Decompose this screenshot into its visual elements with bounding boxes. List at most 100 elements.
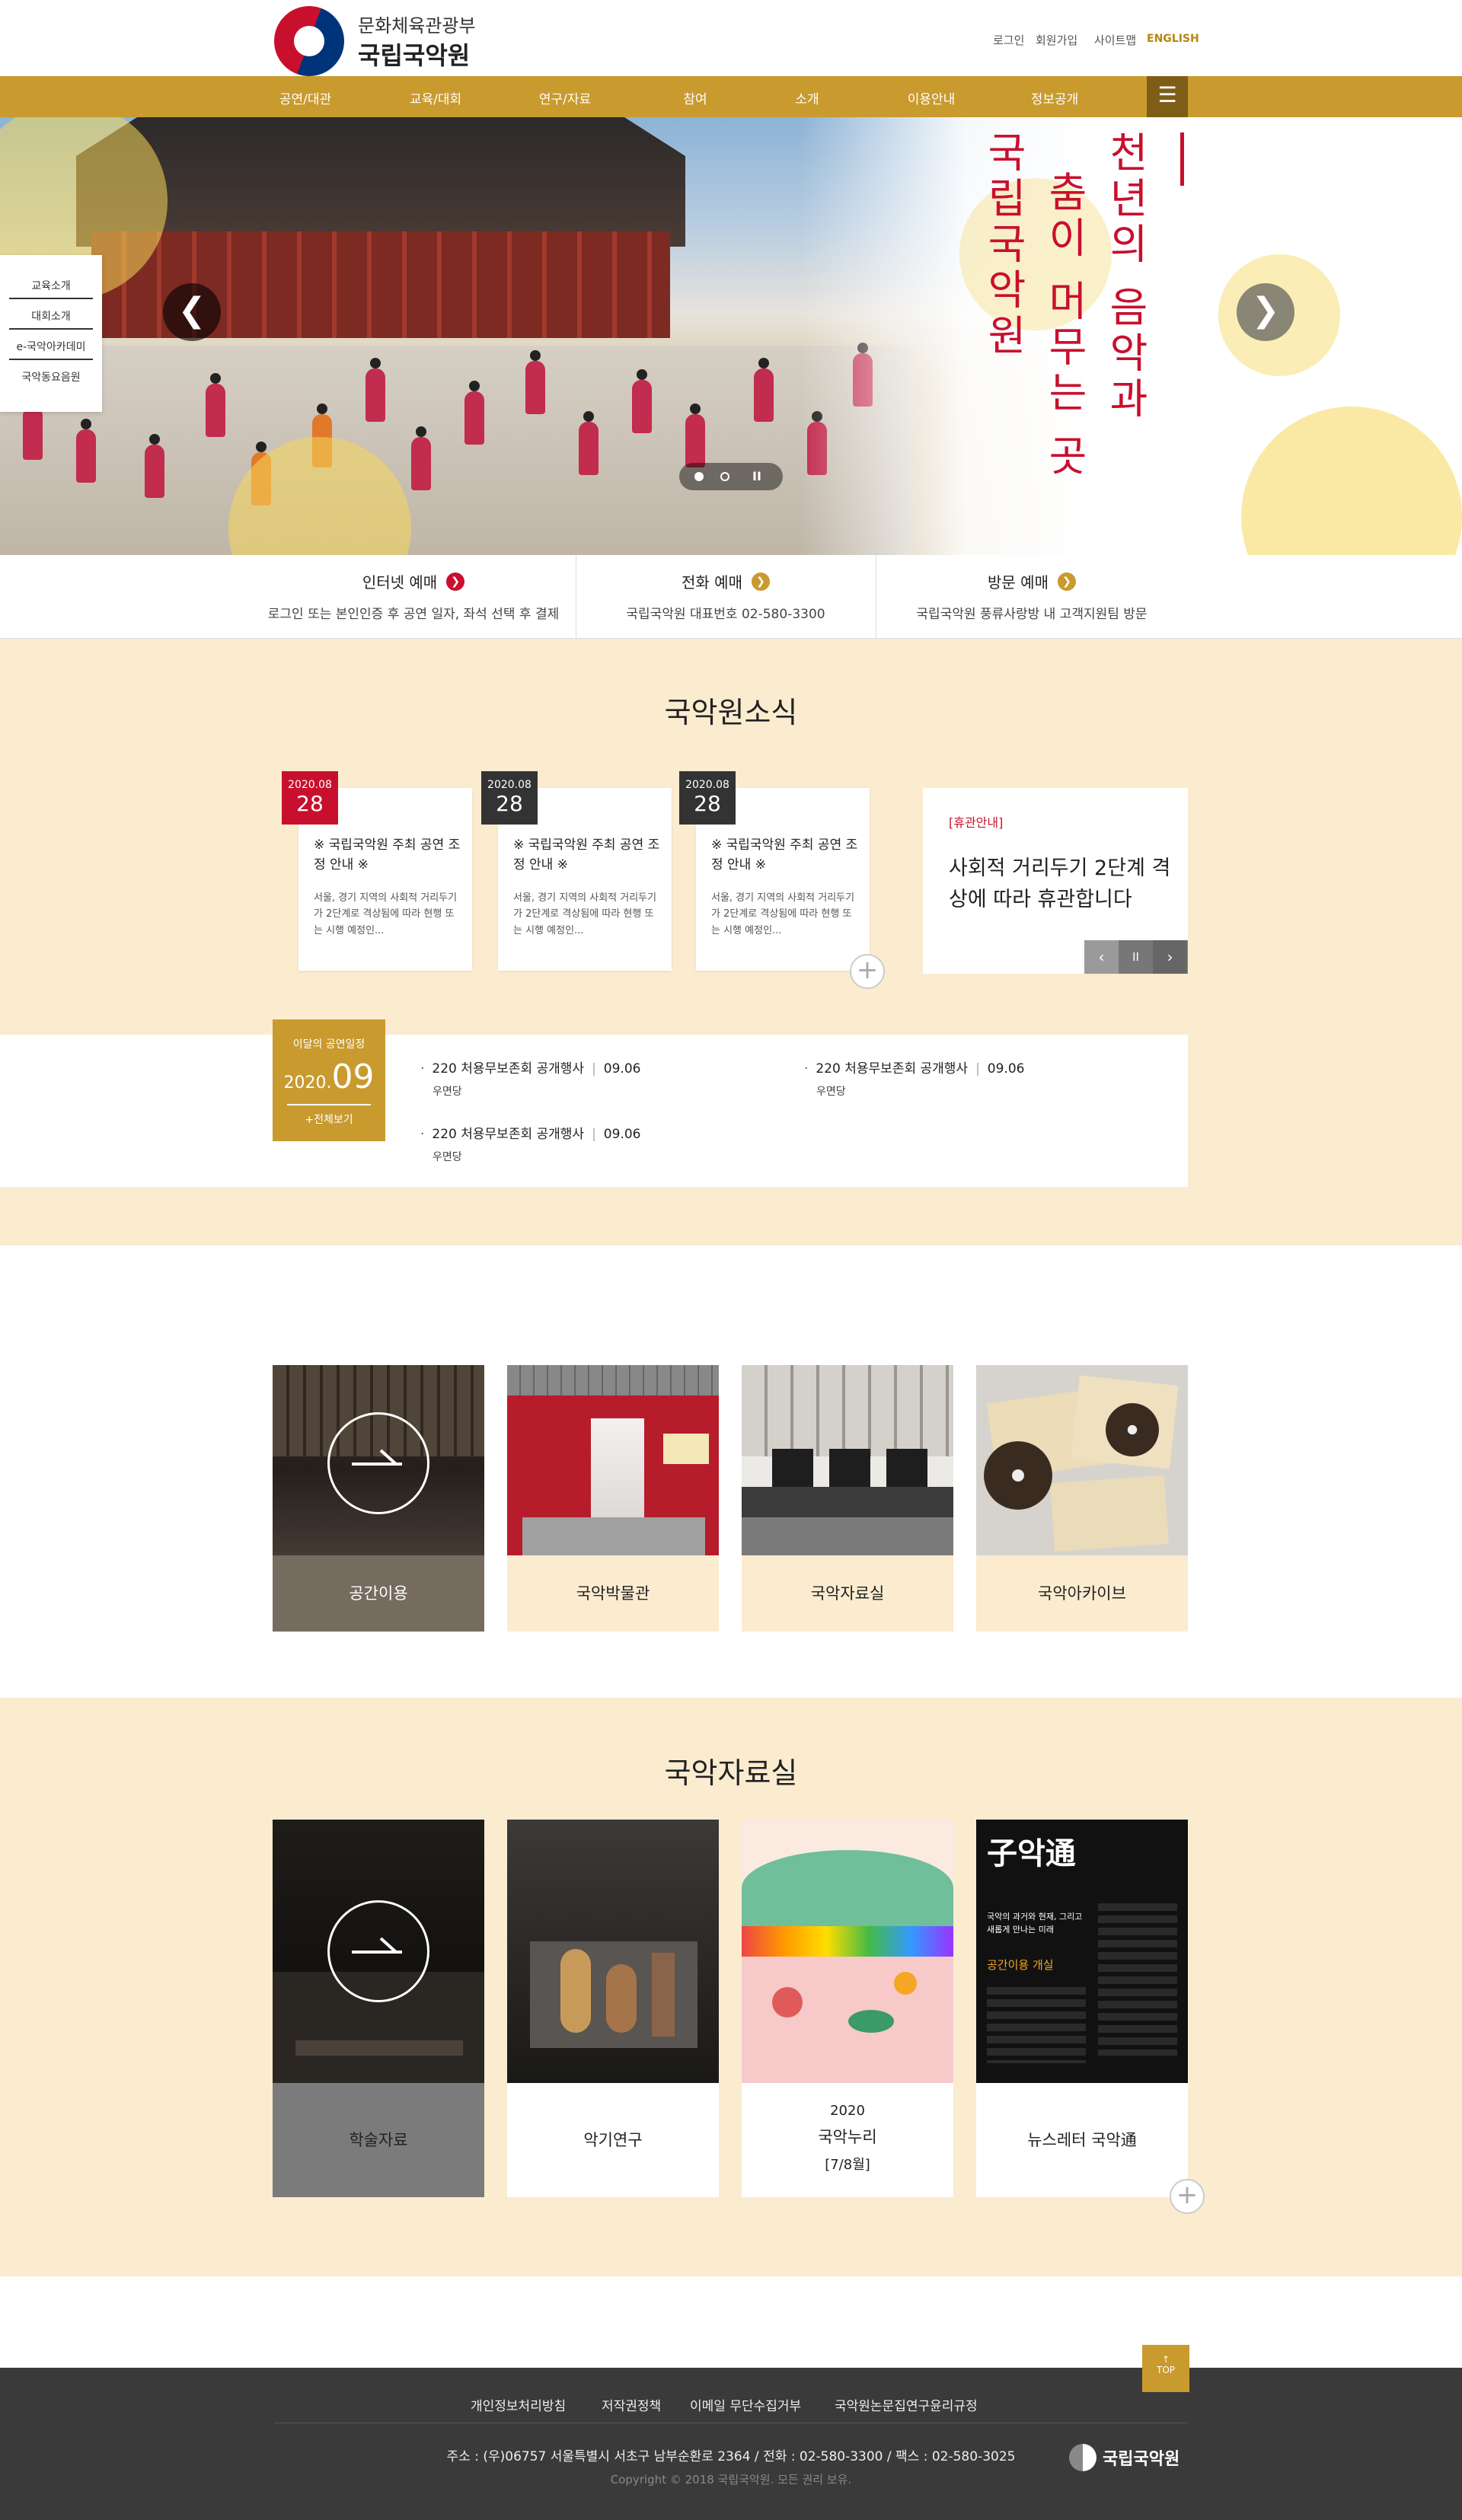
reserve-desc: 국립국악원 대표번호 02-580-3300 <box>626 607 825 622</box>
facility-card[interactable]: 국악자료실 <box>742 1365 953 1632</box>
nav-about[interactable]: 소개 <box>750 88 864 107</box>
schedule-date: 09.06 <box>603 1127 641 1142</box>
main-nav: 공연/대관 교육/대회 연구/자료 참여 소개 이용안내 정보공개 ☰ <box>0 76 1462 117</box>
notice-next-icon[interactable]: › <box>1153 940 1187 974</box>
academic-material-image <box>273 1820 484 2083</box>
news-date-ym: 2020.08 <box>685 779 729 791</box>
gugak-nuri-cover <box>742 1820 953 2083</box>
schedule-month-number: 09 <box>331 1057 375 1096</box>
facility-card[interactable]: 국악아카이브 <box>976 1365 1188 1632</box>
menu-hamburger-icon[interactable]: ☰ <box>1147 76 1188 117</box>
schedule-view-all-link[interactable]: +전체보기 <box>273 1112 385 1127</box>
reserve-title: 전화 예매 <box>682 573 742 592</box>
facility-label: 국악박물관 <box>507 1555 719 1632</box>
schedule-venue: 우면당 <box>433 1151 462 1163</box>
site-logo-name[interactable]: 국립국악원 <box>358 37 470 72</box>
news-card-title: ※ 국립국악원 주최 공연 조정 안내 ※ <box>711 837 858 873</box>
archive-card[interactable]: 악기연구 <box>507 1820 719 2197</box>
arrow-right-icon <box>352 1449 402 1466</box>
facility-card[interactable]: 공간이용 <box>273 1365 484 1632</box>
archive-label: 악기연구 <box>507 2083 719 2197</box>
facility-label: 공간이용 <box>273 1555 484 1632</box>
taegeuk-logo-icon[interactable] <box>274 6 344 76</box>
signup-link[interactable]: 회원가입 <box>1036 32 1077 48</box>
quick-link-songs[interactable]: 국악동요음원 <box>9 369 93 389</box>
archive-section: 국악자료실 학술자료 악기연구 2020 국악누리 [7/8월] 子악通 국악의… <box>0 1698 1462 2276</box>
schedule-year: 2020. <box>283 1073 332 1093</box>
phone-reservation[interactable]: 전화 예매 ❯ 국립국악원 대표번호 02-580-3300 <box>576 555 876 639</box>
archive-label-year: 2020 <box>830 2103 865 2119</box>
login-link[interactable]: 로그인 <box>993 32 1024 48</box>
schedule-item[interactable]: · 220 처용무보존회 공개행사 | 09.06 <box>420 1123 640 1142</box>
schedule-item[interactable]: · 220 처용무보존회 공개행사 | 09.06 <box>804 1057 1024 1077</box>
news-date-badge: 2020.08 28 <box>679 771 736 825</box>
nav-guide[interactable]: 이용안내 <box>874 88 988 107</box>
footer-address: 주소 : (우)06757 서울특별시 서초구 남부순환로 2364 / 전화 … <box>446 2449 1016 2464</box>
schedule-item[interactable]: · 220 처용무보존회 공개행사 | 09.06 <box>420 1057 640 1077</box>
quick-link-contest[interactable]: 대회소개 <box>9 308 93 330</box>
newsletter-sub: 공간이용 개실 <box>987 1958 1054 1972</box>
notice-title: 사회적 거리두기 2단계 격상에 따라 휴관합니다 <box>949 856 1171 911</box>
footer-ethics-link[interactable]: 국악원논문집연구윤리규정 <box>835 2395 978 2414</box>
site-header: 문화체육관광부 국립국악원 로그인 회원가입 사이트맵 ENGLISH <box>0 0 1462 76</box>
footer-privacy-link[interactable]: 개인정보처리방침 <box>471 2395 566 2414</box>
footer-logo[interactable]: 국립국악원 <box>1069 2444 1179 2471</box>
hero-next-arrow-icon[interactable]: ❯ <box>1237 283 1294 341</box>
footer-email-refusal-link[interactable]: 이메일 무단수집거부 <box>690 2395 801 2414</box>
ministry-name[interactable]: 문화체육관광부 <box>358 11 476 37</box>
reserve-title: 인터넷 예매 <box>362 573 438 592</box>
schedule-venue: 우면당 <box>433 1086 462 1098</box>
facility-label: 국악아카이브 <box>976 1555 1188 1632</box>
nav-education[interactable]: 교육/대회 <box>378 88 493 107</box>
schedule-date: 09.06 <box>603 1061 641 1077</box>
courtyard <box>0 346 914 555</box>
footer-copyright: Copyright © 2018 국립국악원. 모든 권리 보유. <box>610 2473 852 2487</box>
hero-prev-arrow-icon[interactable]: ❮ <box>163 283 221 341</box>
hero-dot-1[interactable] <box>694 472 704 481</box>
visit-reservation[interactable]: 방문 예매 ❯ 국립국악원 풍류사랑방 내 고객지원팀 방문 <box>876 555 1188 639</box>
nav-performance[interactable]: 공연/대관 <box>248 88 362 107</box>
facility-card[interactable]: 국악박물관 <box>507 1365 719 1632</box>
quick-link-education[interactable]: 교육소개 <box>9 278 93 299</box>
news-date-badge: 2020.08 28 <box>282 771 338 825</box>
archive-label: 뉴스레터 국악通 <box>976 2083 1188 2197</box>
hero-slogan-line2: 춤이 머무는 곳 <box>1040 171 1088 480</box>
schedule-label: 이달의 공연일정 <box>292 1038 366 1051</box>
taegeuk-logo-icon <box>1069 2444 1096 2471</box>
archive-label-title: 국악누리 <box>818 2128 877 2146</box>
hero-slogan-line1: 천년의 음악과 <box>1101 131 1149 423</box>
archive-card[interactable]: 2020 국악누리 [7/8월] <box>742 1820 953 2197</box>
hero-pause-icon[interactable]: II <box>752 469 761 483</box>
notice-prev-icon[interactable]: ‹ <box>1084 940 1119 974</box>
notice-pause-icon[interactable]: II <box>1119 940 1153 974</box>
scroll-top-button[interactable]: ↑ TOP <box>1142 2345 1189 2392</box>
news-date-ym: 2020.08 <box>487 779 531 791</box>
slogan-accent-bar <box>1180 132 1184 186</box>
chevron-right-icon: ❯ <box>751 572 770 591</box>
newsletter-logo: 子악通 <box>987 1836 1076 1871</box>
newsletter-cover: 子악通 국악의 과거와 현재, 그리고 새롭게 만나는 미래 공간이용 개실 <box>976 1820 1188 2083</box>
newsletter-headline: 국악의 과거와 현재, 그리고 새롭게 만나는 미래 <box>987 1912 1083 1935</box>
palace-roof <box>76 117 685 247</box>
archive-image <box>976 1365 1188 1555</box>
archive-label-issue: [7/8월] <box>825 2157 870 2173</box>
arrow-right-icon <box>352 1937 402 1954</box>
english-link[interactable]: ENGLISH <box>1147 33 1199 45</box>
news-date-badge: 2020.08 28 <box>481 771 538 825</box>
footer-copyright-policy-link[interactable]: 저작권정책 <box>602 2395 661 2414</box>
arrow-up-icon: ↑ <box>1161 2354 1170 2365</box>
news-more-plus-icon[interactable]: + <box>850 954 885 989</box>
nav-disclosure[interactable]: 정보공개 <box>998 88 1112 107</box>
hero-dot-2[interactable] <box>720 472 729 481</box>
archive-card[interactable]: 子악通 국악의 과거와 현재, 그리고 새롭게 만나는 미래 공간이용 개실 뉴… <box>976 1820 1188 2197</box>
nav-research[interactable]: 연구/자료 <box>508 88 622 107</box>
sitemap-link[interactable]: 사이트맵 <box>1094 32 1136 48</box>
quick-link-e-academy[interactable]: e-국악아카데미 <box>9 339 93 360</box>
notice-card[interactable]: [휴관안내] 사회적 거리두기 2단계 격상에 따라 휴관합니다 ‹ II › <box>923 788 1188 974</box>
archive-card[interactable]: 학술자료 <box>273 1820 484 2197</box>
archive-more-plus-icon[interactable]: + <box>1170 2179 1205 2214</box>
internet-reservation[interactable]: 인터넷 예매 ❯ 로그인 또는 본인인증 후 공연 일자, 좌석 선택 후 결제 <box>251 555 576 639</box>
nav-participation[interactable]: 참여 <box>638 88 752 107</box>
schedule-panel: · 220 처용무보존회 공개행사 | 09.06 우면당 · 220 처용무보존회 공… <box>0 1035 1188 1187</box>
news-card-body: 서울, 경기 지역의 사회적 거리두기가 2단계로 격상됨에 따라 현행 또는 … <box>513 892 657 936</box>
